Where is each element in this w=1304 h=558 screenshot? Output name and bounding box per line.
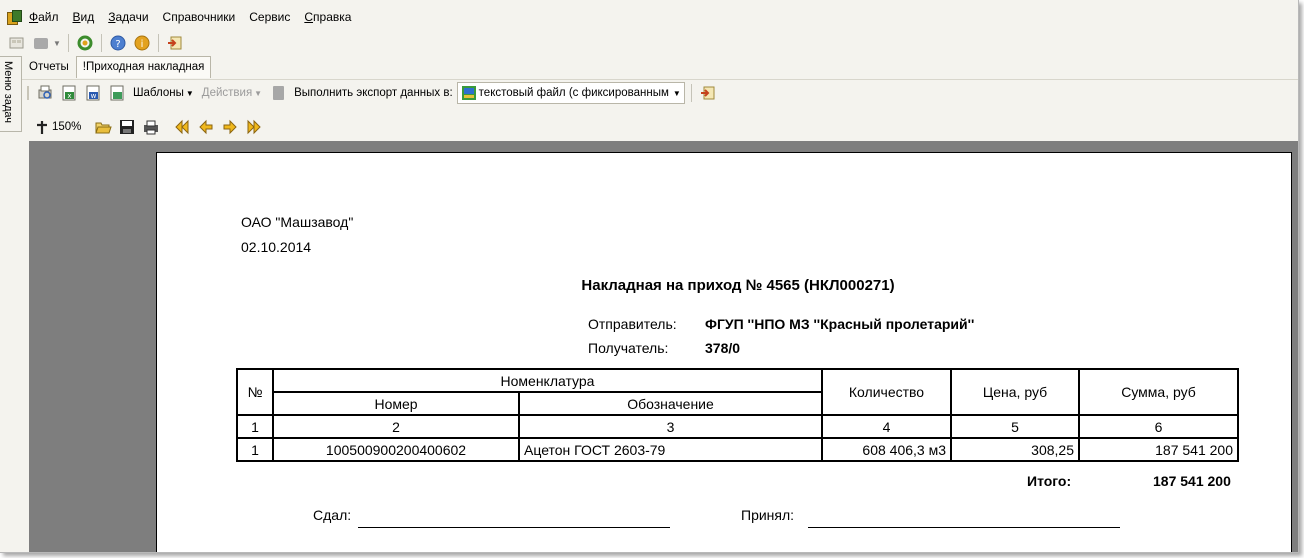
help-icon[interactable]: ? (109, 34, 127, 52)
index-cell: 5 (950, 414, 1080, 439)
menu-bar: Файл Вид Задачи Справочники Сервис Справ… (0, 6, 1298, 28)
row-no: 1 (236, 437, 274, 462)
items-table: № Номенклатура Количество Цена, руб Сумм… (236, 368, 1239, 462)
chevron-down-icon: ▼ (254, 89, 263, 98)
organization-name: ОАО "Машзавод" (241, 214, 354, 230)
document-title: Накладная на приход № 4565 (НКЛ000271) (581, 277, 895, 294)
toolbar-separator (690, 84, 692, 102)
export-format-select[interactable]: текстовый файл (с фиксированным ▼ (456, 82, 685, 104)
index-cell: 3 (518, 414, 823, 439)
exit-icon[interactable] (166, 34, 184, 52)
sender-value: ФГУП ''НПО МЗ ''Красный пролетарий'' (705, 316, 975, 332)
report-toolbar: x w Шаблоны ▼ Действия ▼ Выполнить экспорт… (22, 79, 1298, 106)
header-quantity: Количество (821, 368, 952, 416)
next-page-icon[interactable] (221, 118, 239, 136)
tab-incoming-invoice[interactable]: !Приходная накладная (75, 56, 212, 78)
header-nomenclature: Номенклатура (272, 368, 823, 393)
preview-toolbar: 150% (29, 114, 1298, 140)
svg-text:x: x (67, 92, 71, 100)
first-page-icon[interactable] (173, 118, 191, 136)
svg-text:?: ? (115, 39, 120, 50)
svg-text:w: w (91, 92, 97, 100)
index-cell: 1 (236, 414, 274, 439)
svg-text:i: i (141, 39, 144, 50)
receiver-value: 378/0 (705, 340, 741, 356)
export-label: Выполнить экспорт данных в: (294, 87, 453, 99)
dropdown-arrow-icon[interactable]: ▼ (53, 39, 61, 48)
handed-signature-line (358, 527, 670, 528)
report-preview-area[interactable]: ОАО "Машзавод" 02.10.2014 Накладная на п… (29, 141, 1298, 552)
table-index-row: 1 2 3 4 5 6 (236, 414, 1239, 439)
print-preview-icon[interactable] (36, 84, 54, 102)
export-excel-icon[interactable]: x (60, 84, 78, 102)
total-value: 187 541 200 (1153, 473, 1231, 489)
app-logo-icon (7, 10, 22, 25)
row-price: 308,25 (950, 437, 1080, 462)
index-cell: 4 (821, 414, 952, 439)
accepted-signature-line (808, 527, 1120, 528)
row-quantity: 608 406,3 м3 (821, 437, 952, 462)
print-icon[interactable] (142, 118, 160, 136)
report-page: ОАО "Машзавод" 02.10.2014 Накладная на п… (156, 152, 1292, 552)
menu-service[interactable]: Сервис (249, 10, 290, 24)
toolbar-separator (157, 34, 159, 52)
header-designation: Обозначение (518, 391, 823, 416)
toolbar-separator (67, 34, 69, 52)
document-disabled-icon[interactable] (269, 84, 287, 102)
sender-label: Отправитель: (588, 316, 677, 332)
header-no: № (236, 368, 274, 416)
task-menu-label: Меню задач (2, 61, 14, 123)
document-tabs: Отчеты !Приходная накладная (22, 56, 212, 78)
header-sum: Сумма, руб (1078, 368, 1239, 416)
accepted-label: Принял: (741, 507, 795, 523)
export-word-icon[interactable]: w (84, 84, 102, 102)
folder-disabled-icon[interactable] (32, 34, 50, 52)
export-template-icon[interactable] (108, 84, 126, 102)
menu-tasks[interactable]: Задачи (108, 10, 148, 24)
previous-page-icon[interactable] (197, 118, 215, 136)
windows-icon[interactable] (8, 34, 26, 52)
main-toolbar: ▼ ? i (0, 31, 1298, 55)
row-sum: 187 541 200 (1078, 437, 1239, 462)
menu-file[interactable]: Файл (29, 10, 59, 24)
table-row: 1 100500900200400602 Ацетон ГОСТ 2603-79… (236, 437, 1239, 462)
tab-reports[interactable]: Отчеты (22, 57, 76, 78)
refresh-icon[interactable] (76, 34, 94, 52)
row-designation: Ацетон ГОСТ 2603-79 (518, 437, 823, 462)
document-date: 02.10.2014 (241, 239, 312, 255)
last-page-icon[interactable] (245, 118, 263, 136)
index-cell: 2 (272, 414, 520, 439)
save-icon[interactable] (118, 118, 136, 136)
menu-help[interactable]: Справка (304, 10, 351, 24)
header-number: Номер (272, 391, 520, 416)
chevron-down-icon: ▼ (185, 89, 194, 98)
zoom-level[interactable]: 150% (52, 121, 81, 133)
templates-menu[interactable]: Шаблоны ▼ (133, 87, 194, 99)
index-cell: 6 (1078, 414, 1239, 439)
toolbar-separator (100, 34, 102, 52)
open-folder-icon[interactable] (94, 118, 113, 136)
zoom-icon[interactable] (35, 118, 49, 136)
menu-view[interactable]: Вид (73, 10, 95, 24)
chevron-down-icon: ▼ (672, 88, 681, 98)
menu-references[interactable]: Справочники (163, 10, 236, 24)
row-number: 100500900200400602 (272, 437, 520, 462)
close-report-icon[interactable] (699, 84, 717, 102)
header-price: Цена, руб (950, 368, 1080, 416)
total-label: Итого: (1027, 473, 1072, 489)
info-icon[interactable]: i (133, 34, 151, 52)
text-file-icon (461, 85, 477, 101)
table-header-row: № Номенклатура Количество Цена, руб Сумм… (236, 368, 1239, 416)
grip-icon (26, 84, 30, 102)
receiver-label: Получатель: (588, 340, 669, 356)
application-window: Файл Вид Задачи Справочники Сервис Справ… (0, 0, 1299, 553)
task-menu-sidetab[interactable]: Меню задач (0, 56, 22, 132)
handed-label: Сдал: (313, 507, 352, 523)
actions-menu[interactable]: Действия ▼ (202, 87, 262, 99)
